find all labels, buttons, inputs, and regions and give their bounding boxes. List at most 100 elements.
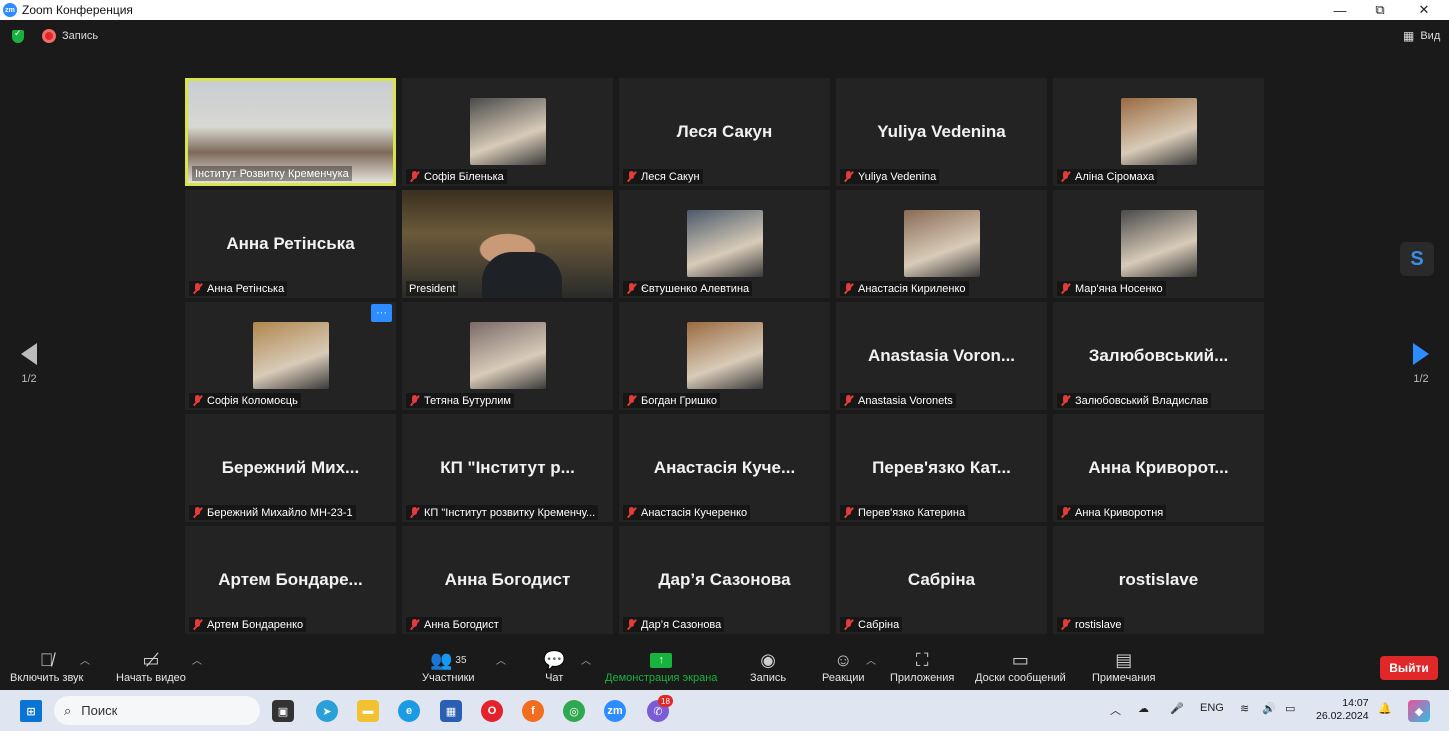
store-icon[interactable]: ▦	[440, 700, 462, 722]
record-circle-icon: ◉	[760, 649, 776, 670]
participant-name: Залюбовський Владислав	[1075, 394, 1209, 407]
telegram-icon[interactable]: ➤	[316, 700, 338, 722]
firefox-icon[interactable]: f	[522, 700, 544, 722]
profile-photo	[253, 322, 329, 389]
task-view-icon[interactable]: ▣	[272, 700, 294, 722]
participant-name-label: Анастасія Кириленко	[840, 281, 969, 296]
participant-name-label: President	[406, 281, 459, 296]
wifi-icon[interactable]: ≋	[1240, 702, 1249, 715]
unmute-button[interactable]: 🎙̸ Включить звук	[10, 648, 83, 685]
participant-tile[interactable]: Мар'яна Носенко	[1053, 190, 1264, 298]
participant-tile[interactable]: Аліна Сіромаха	[1053, 78, 1264, 186]
participant-tile[interactable]: Софія Біленька	[402, 78, 613, 186]
participant-tile[interactable]: rostislave rostislave	[1053, 526, 1264, 634]
close-button[interactable]: ✕	[1404, 0, 1444, 20]
window-titlebar: zm Zoom Конференция — ⧉ ✕	[0, 0, 1449, 20]
participant-tile[interactable]: КП "Інститут р... КП "Інститут розвитку К…	[402, 414, 613, 522]
window-title: Zoom Конференция	[22, 3, 133, 17]
video-options-caret-icon[interactable]: ︿	[192, 652, 202, 667]
opera-icon[interactable]: O	[481, 700, 503, 722]
chat-caret-icon[interactable]: ︿	[581, 652, 591, 667]
participant-name: Дар’я Сазонова	[641, 618, 722, 631]
participant-display-name: Анастасія Куче...	[653, 458, 796, 477]
security-indicator[interactable]	[12, 28, 24, 43]
participant-display-name: Бережний Мих...	[221, 458, 360, 477]
participant-name-label: Мар'яна Носенко	[1057, 281, 1166, 296]
participant-tile[interactable]: Леся Сакун Леся Сакун	[619, 78, 830, 186]
notes-button[interactable]: ▤ Примечания	[1092, 648, 1156, 685]
notes-icon: ▤	[1115, 649, 1133, 670]
cloud-icon[interactable]: ☁	[1138, 702, 1149, 715]
participant-tile[interactable]: Анна Криворот... Анна Криворотня	[1053, 414, 1264, 522]
participant-tile[interactable]: Євтушенко Алевтина	[619, 190, 830, 298]
participant-tile[interactable]: Анастасія Кириленко	[836, 190, 1047, 298]
more-options-icon[interactable]: ···	[371, 304, 392, 322]
reactions-button[interactable]: ☺ Реакции	[822, 648, 865, 685]
participant-display-name: rostislave	[1118, 570, 1199, 589]
participant-name-label: Залюбовський Владислав	[1057, 393, 1212, 408]
record-icon	[42, 29, 56, 43]
start-video-button[interactable]: ▭̸ Начать видео	[116, 648, 186, 685]
participant-name: Сабріна	[858, 618, 900, 631]
notifications-bell-icon[interactable]: 🔔	[1378, 702, 1392, 715]
participant-tile[interactable]: Anastasia Voron... Anastasia Voronets	[836, 302, 1047, 410]
reactions-caret-icon[interactable]: ︿	[866, 652, 876, 667]
participant-tile[interactable]: Дар’я Сазонова Дар’я Сазонова	[619, 526, 830, 634]
volume-icon[interactable]: 🔊	[1262, 702, 1276, 715]
participant-tile[interactable]: Анна Ретінська Анна Ретінська	[185, 190, 396, 298]
share-screen-button[interactable]: ↑ Демонстрация экрана	[605, 648, 717, 684]
participants-caret-icon[interactable]: ︿	[496, 652, 506, 667]
battery-icon[interactable]: ▭	[1285, 702, 1295, 715]
participant-tile[interactable]: Тетяна Бутурлим	[402, 302, 613, 410]
minimize-button[interactable]: —	[1320, 0, 1360, 20]
participant-tile[interactable]: Анастасія Куче... Анастасія Кучеренко	[619, 414, 830, 522]
participant-tile[interactable]: Інститут Розвитку Кременчука	[185, 78, 396, 186]
participant-display-name: Анна Криворот...	[1088, 458, 1229, 477]
zoom-taskbar-icon[interactable]: zm	[604, 700, 626, 722]
participant-tile[interactable]: Залюбовський... Залюбовський Владислав	[1053, 302, 1264, 410]
whiteboards-button[interactable]: ▭ Доски сообщений	[975, 648, 1066, 685]
view-button[interactable]: ▦ Вид	[1403, 29, 1440, 43]
participant-tile[interactable]: President	[402, 190, 613, 298]
recording-indicator[interactable]: Запись	[42, 29, 98, 43]
participants-button[interactable]: 👥 35 Участники	[422, 648, 475, 685]
file-explorer-icon[interactable]: ▬	[357, 700, 379, 722]
leave-button[interactable]: Выйти	[1380, 656, 1438, 680]
taskbar-clock[interactable]: 14:07 26.02.2024	[1316, 697, 1369, 723]
chrome-icon[interactable]: ◎	[563, 700, 585, 722]
participant-name: Богдан Гришко	[641, 394, 718, 407]
participant-name: КП "Інститут розвитку Кременчу...	[424, 506, 596, 519]
participant-name: Артем Бондаренко	[207, 618, 304, 631]
language-indicator[interactable]: ENG	[1200, 702, 1224, 714]
participant-tile[interactable]: Артем Бондаре... Артем Бондаренко	[185, 526, 396, 634]
chat-button[interactable]: 💬 Чат	[543, 648, 565, 685]
participant-name-label: Бережний Михайло МН-23-1	[189, 505, 356, 520]
participant-tile[interactable]: ··· Софія Коломоєць	[185, 302, 396, 410]
participant-tile[interactable]: Сабріна Сабріна	[836, 526, 1047, 634]
participant-tile[interactable]: Бережний Мих... Бережний Михайло МН-23-1	[185, 414, 396, 522]
arrow-right-icon	[1413, 343, 1429, 365]
side-app-icon[interactable]: S	[1400, 242, 1434, 276]
arrow-left-icon	[21, 343, 37, 365]
edge-icon[interactable]: e	[398, 700, 420, 722]
participant-tile[interactable]: Анна Богодист Анна Богодист	[402, 526, 613, 634]
record-button[interactable]: ◉ Запись	[750, 648, 786, 685]
microphone-icon[interactable]: 🎤	[1170, 702, 1184, 715]
copilot-icon[interactable]: ◆	[1408, 700, 1430, 722]
participant-tile[interactable]: Богдан Гришко	[619, 302, 830, 410]
maximize-button[interactable]: ⧉	[1360, 0, 1400, 20]
shield-icon	[12, 28, 24, 43]
apps-button[interactable]: ⛶ Приложения	[890, 648, 954, 685]
participant-tile[interactable]: Yuliya Vedenina Yuliya Vedenina	[836, 78, 1047, 186]
mic-muted-icon	[843, 283, 854, 294]
emoji-icon: ☺	[834, 649, 853, 670]
participant-name-label: Леся Сакун	[623, 169, 703, 184]
windows-start-icon[interactable]: ⊞	[20, 700, 42, 722]
next-page-button[interactable]: 1/2	[1408, 343, 1434, 385]
participant-tile[interactable]: Перев'язко Кат... Перев'язко Катерина	[836, 414, 1047, 522]
participant-name-label: Євтушенко Алевтина	[623, 281, 753, 296]
previous-page-button[interactable]: 1/2	[16, 343, 42, 385]
taskbar-search[interactable]: ⌕ Поиск	[54, 696, 260, 725]
audio-options-caret-icon[interactable]: ︿	[80, 652, 90, 667]
tray-expand-icon[interactable]: ︿	[1110, 702, 1121, 718]
